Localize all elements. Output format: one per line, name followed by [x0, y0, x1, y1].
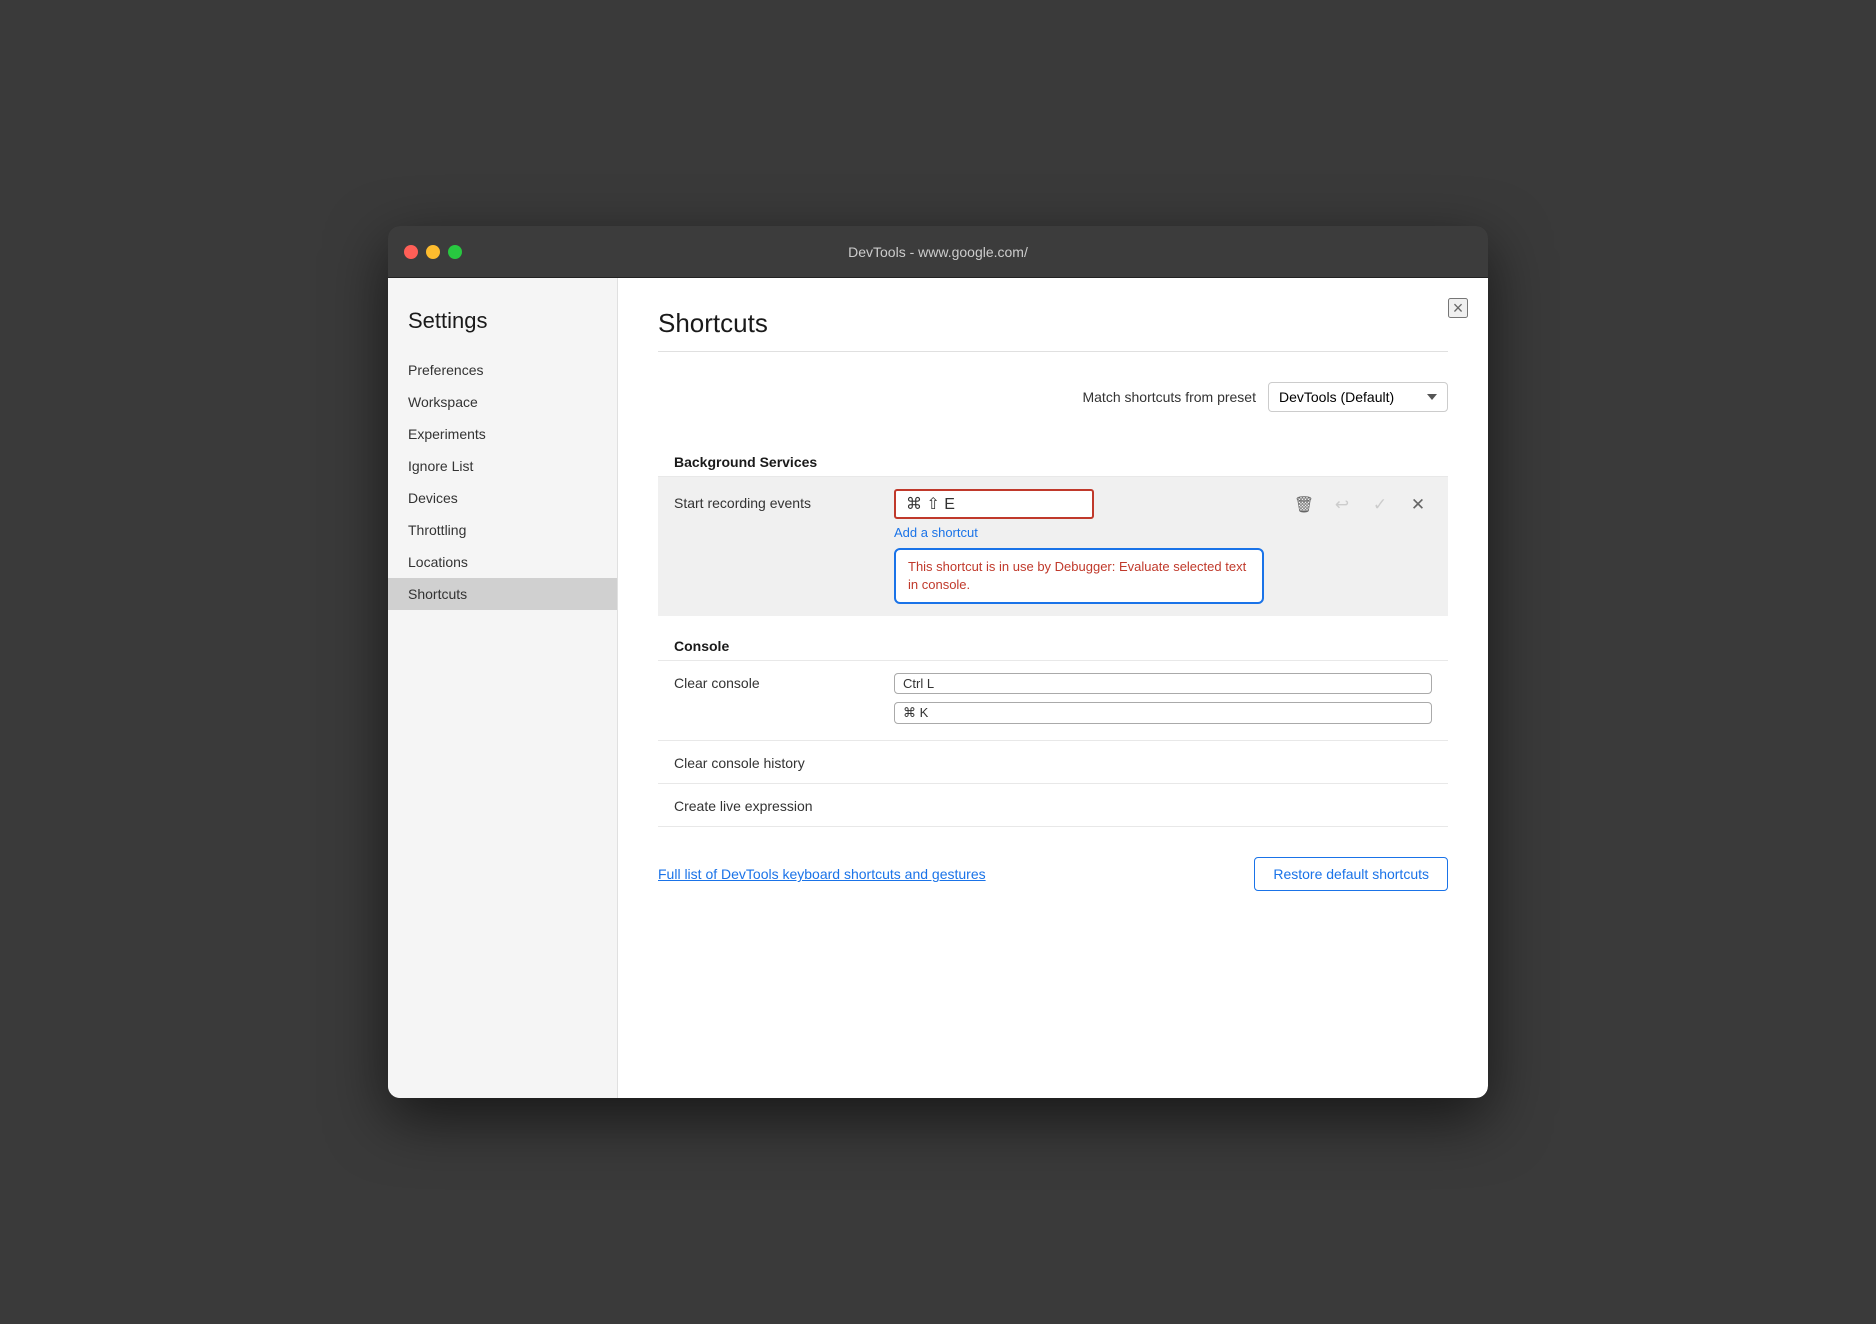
- sidebar: Settings Preferences Workspace Experimen…: [388, 278, 618, 1098]
- maximize-traffic-light[interactable]: [448, 245, 462, 259]
- title-divider: [658, 351, 1448, 352]
- preset-row: Match shortcuts from preset DevTools (De…: [658, 382, 1448, 412]
- page-title: Shortcuts: [658, 308, 1448, 339]
- shortcut-actions: 🗑 ↩ ✓ ✕: [1290, 489, 1432, 519]
- sidebar-item-devices[interactable]: Devices: [388, 482, 617, 514]
- full-list-link[interactable]: Full list of DevTools keyboard shortcuts…: [658, 866, 986, 882]
- start-recording-label: Start recording events: [674, 489, 894, 511]
- preset-select[interactable]: DevTools (Default) Visual Studio Code: [1268, 382, 1448, 412]
- create-live-expression-label: Create live expression: [674, 796, 894, 814]
- key-badge-cmd-k: ⌘ K: [894, 702, 1432, 724]
- key-badge-ctrl-l: Ctrl L: [894, 673, 1432, 694]
- undo-shortcut-button[interactable]: ↩: [1328, 491, 1356, 519]
- shortcut-input-wrapper: [894, 489, 1290, 519]
- background-services-title: Background Services: [674, 454, 817, 470]
- shortcut-input[interactable]: [894, 489, 1094, 519]
- devtools-window: DevTools - www.google.com/ Settings Pref…: [388, 226, 1488, 1098]
- titlebar-title: DevTools - www.google.com/: [848, 244, 1028, 260]
- main-content: × Shortcuts Match shortcuts from preset …: [618, 278, 1488, 1098]
- sidebar-item-ignore-list[interactable]: Ignore List: [388, 450, 617, 482]
- add-shortcut-link[interactable]: Add a shortcut: [894, 525, 1290, 540]
- confirm-shortcut-button[interactable]: ✓: [1366, 491, 1394, 519]
- shortcut-error-tooltip: This shortcut is in use by Debugger: Eva…: [894, 548, 1264, 604]
- traffic-lights: [404, 245, 462, 259]
- close-button[interactable]: ×: [1448, 298, 1468, 318]
- clear-console-history-label: Clear console history: [674, 753, 894, 771]
- close-traffic-light[interactable]: [404, 245, 418, 259]
- sidebar-item-preferences[interactable]: Preferences: [388, 354, 617, 386]
- console-title: Console: [674, 638, 729, 654]
- check-icon: ✓: [1373, 495, 1387, 515]
- start-recording-row: Start recording events Add a shortcut Th…: [658, 476, 1448, 616]
- close-shortcut-icon: ✕: [1411, 495, 1425, 515]
- sidebar-item-workspace[interactable]: Workspace: [388, 386, 617, 418]
- titlebar: DevTools - www.google.com/: [388, 226, 1488, 278]
- create-live-expression-row: Create live expression: [658, 783, 1448, 827]
- clear-console-label: Clear console: [674, 673, 894, 691]
- console-section-header: Console: [658, 626, 1448, 660]
- sidebar-item-throttling[interactable]: Throttling: [388, 514, 617, 546]
- restore-defaults-button[interactable]: Restore default shortcuts: [1254, 857, 1448, 891]
- clear-console-row: Clear console Ctrl L ⌘ K: [658, 660, 1448, 740]
- clear-console-history-row: Clear console history: [658, 740, 1448, 783]
- console-section: Console Clear console Ctrl L ⌘ K Clear c…: [658, 626, 1448, 827]
- cancel-shortcut-button[interactable]: ✕: [1404, 491, 1432, 519]
- settings-heading: Settings: [388, 308, 617, 354]
- footer-row: Full list of DevTools keyboard shortcuts…: [658, 857, 1448, 891]
- delete-shortcut-button[interactable]: 🗑: [1290, 491, 1318, 519]
- window-body: Settings Preferences Workspace Experimen…: [388, 278, 1488, 1098]
- sidebar-item-locations[interactable]: Locations: [388, 546, 617, 578]
- trash-icon: 🗑: [1294, 495, 1314, 515]
- minimize-traffic-light[interactable]: [426, 245, 440, 259]
- background-services-section-header: Background Services: [658, 442, 1448, 476]
- preset-label: Match shortcuts from preset: [1082, 389, 1256, 405]
- sidebar-item-experiments[interactable]: Experiments: [388, 418, 617, 450]
- sidebar-item-shortcuts[interactable]: Shortcuts: [388, 578, 617, 610]
- clear-console-keys: Ctrl L ⌘ K: [894, 673, 1432, 728]
- undo-icon: ↩: [1335, 495, 1349, 515]
- shortcut-keys-col: Add a shortcut This shortcut is in use b…: [894, 489, 1290, 604]
